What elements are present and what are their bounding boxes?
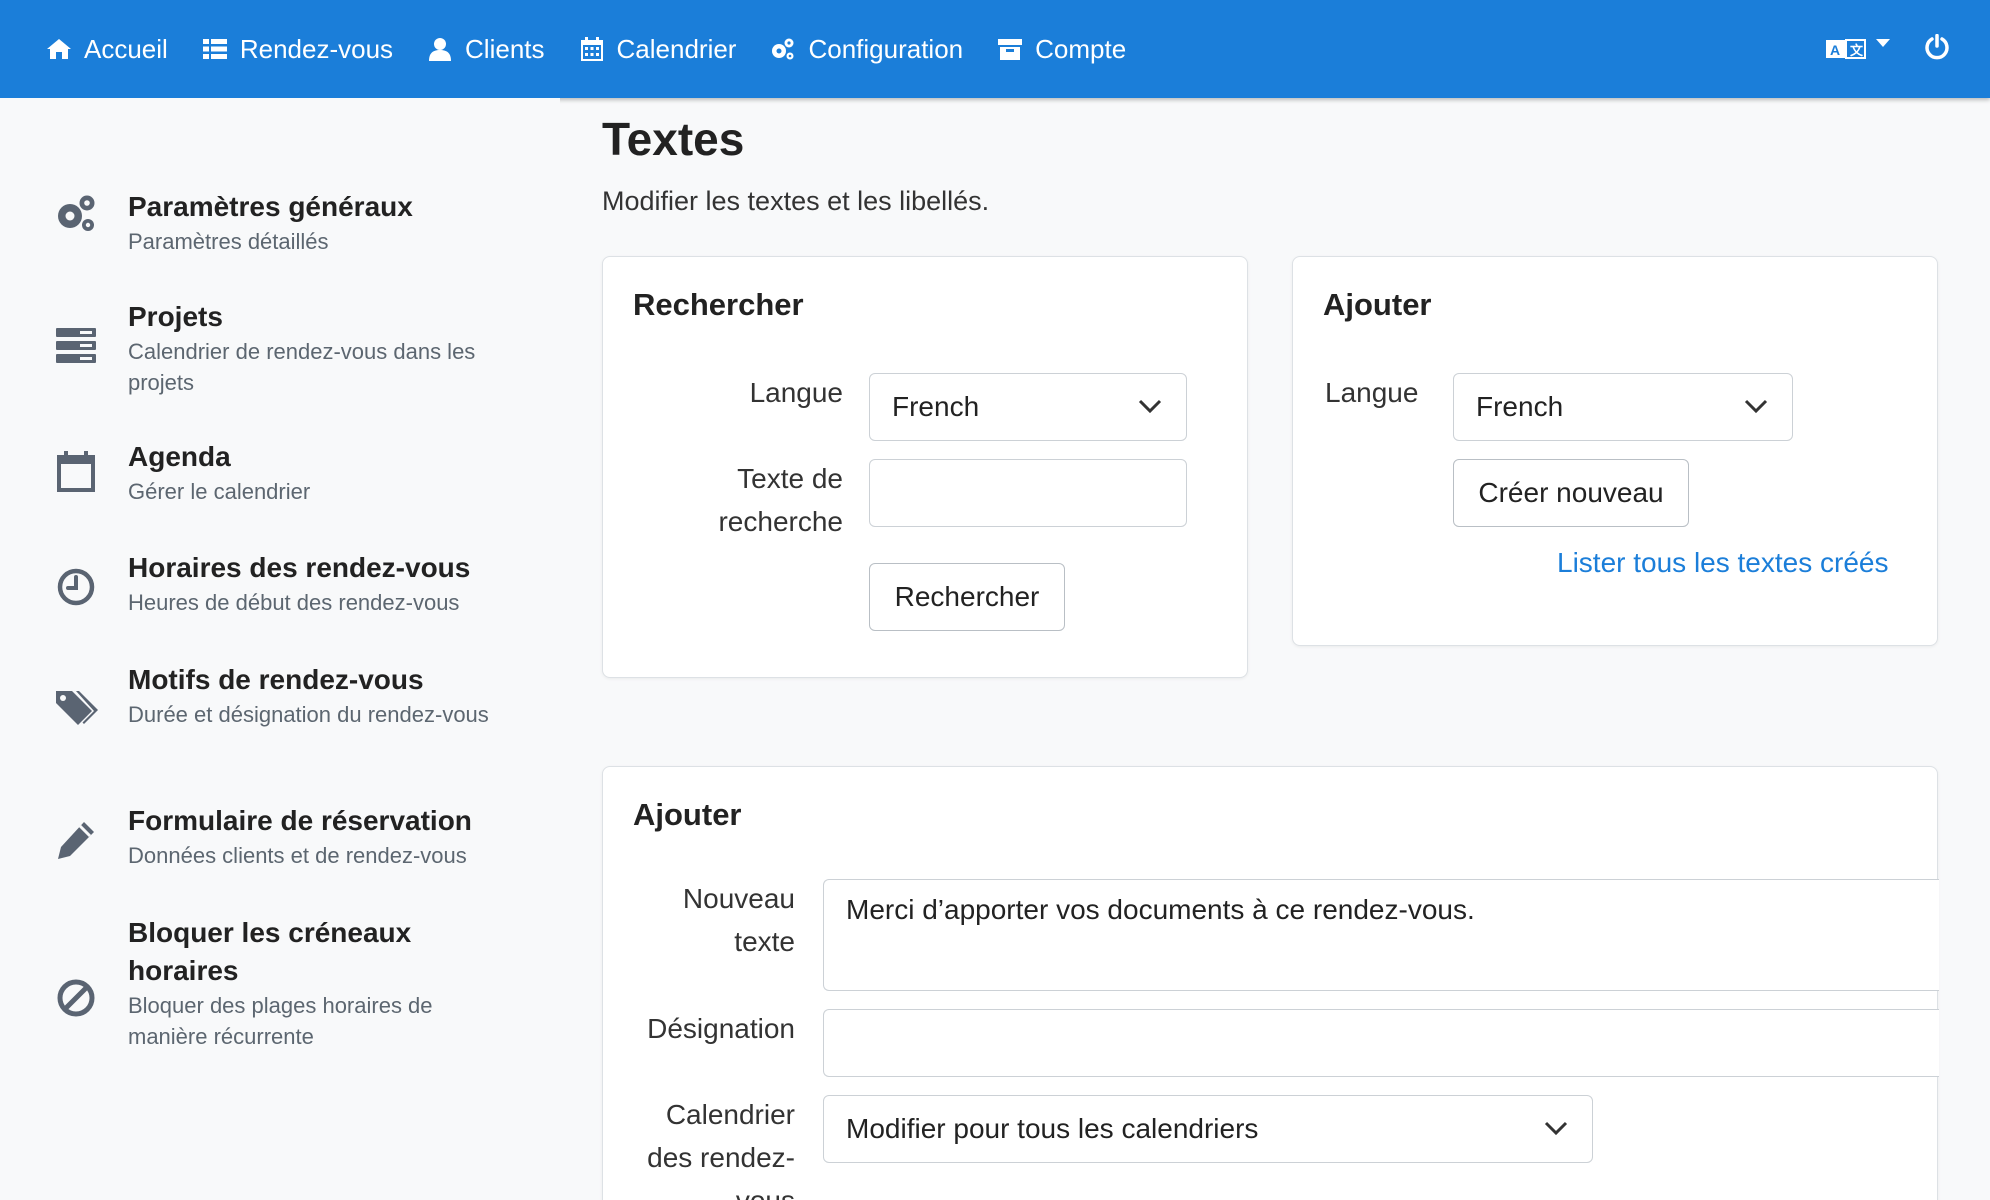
new-text-label: Nouveau texte	[682, 883, 795, 957]
sidebar-item-subtitle: Gérer le calendrier	[128, 479, 311, 504]
user-icon	[429, 38, 452, 61]
ban-icon	[57, 979, 95, 1017]
sidebar-item-subtitle: Données clients et de rendez-vous	[128, 843, 467, 868]
gears-icon	[58, 195, 95, 231]
sidebar-item-subtitle: Bloquer des plages horaires de manière r…	[128, 993, 433, 1049]
tags-icon	[56, 691, 98, 725]
add-language-label: Langue	[1325, 377, 1419, 408]
calendar-label: Calendrier des rendez-vous	[647, 1099, 795, 1200]
designation-input[interactable]	[823, 1009, 1939, 1077]
calendar-icon	[57, 451, 95, 492]
list-icon	[202, 39, 227, 59]
pencil-icon	[58, 822, 94, 859]
nav-compte-label: Compte	[1035, 33, 1127, 64]
nav-configuration-label: Configuration	[808, 33, 964, 64]
create-new-button[interactable]: Créer nouveau	[1453, 459, 1689, 527]
sidebar-item-title: Bloquer les créneaux horaires	[128, 917, 412, 986]
page-subtitle: Modifier les textes et les libellés.	[602, 186, 990, 216]
nav-rendez-vous-label: Rendez-vous	[239, 33, 394, 64]
new-text-card-title: Ajouter	[633, 797, 742, 832]
sidebar-item-subtitle: Calendrier de rendez-vous dans les proje…	[128, 339, 476, 395]
search-text-label: Texte de recherche	[718, 463, 843, 537]
gears-icon	[772, 38, 794, 60]
top-navbar: Accueil Rendez-vous Clients Calendrier C…	[0, 0, 1990, 98]
home-icon	[47, 39, 71, 59]
nav-clients-label: Clients	[465, 33, 545, 64]
power-icon	[1925, 33, 1949, 59]
sidebar-item-subtitle: Durée et désignation du rendez-vous	[128, 702, 489, 727]
new-text-textarea[interactable]: Merci d’apporter vos documents à ce rend…	[823, 879, 1939, 991]
add-language-select[interactable]: French	[1453, 373, 1793, 441]
sidebar-item-title: Paramètres généraux	[128, 191, 413, 222]
search-card-title: Rechercher	[633, 287, 804, 322]
chevron-down-icon	[1544, 1121, 1568, 1136]
search-button[interactable]: Rechercher	[869, 563, 1065, 631]
sidebar-item-title: Horaires des rendez-vous	[128, 552, 471, 583]
nav-clients[interactable]: Clients	[427, 33, 545, 65]
nav-configuration[interactable]: Configuration	[770, 34, 963, 65]
add-language-value: French	[1476, 391, 1564, 422]
add-card-title: Ajouter	[1323, 287, 1432, 322]
search-language-select[interactable]: French	[869, 373, 1187, 441]
calendar-select-value: Modifier pour tous les calendriers	[846, 1113, 1259, 1144]
sidebar-item-title: Projets	[128, 301, 223, 332]
nav-rendez-vous[interactable]: Rendez-vous	[202, 34, 393, 65]
sidebar-item-subtitle: Heures de début des rendez-vous	[128, 590, 460, 615]
calendar-icon	[580, 37, 603, 61]
search-language-value: French	[892, 391, 980, 422]
sidebar-item-title: Agenda	[128, 441, 231, 472]
nav-calendrier-label: Calendrier	[616, 33, 737, 64]
nav-accueil-label: Accueil	[84, 33, 168, 64]
sidebar-item-title: Formulaire de réservation	[128, 805, 472, 836]
chevron-down-icon	[1138, 399, 1162, 414]
svg-text:文: 文	[1850, 43, 1864, 58]
nav-compte[interactable]: Compte	[997, 34, 1126, 65]
sidebar-item-title: Motifs de rendez-vous	[128, 664, 424, 695]
sidebar-item-subtitle: Paramètres détaillés	[128, 229, 329, 254]
list-all-texts-link[interactable]: Lister tous les textes créés	[1557, 547, 1888, 579]
search-text-input[interactable]	[869, 459, 1187, 527]
search-language-label: Langue	[749, 377, 843, 408]
page-title: Textes	[602, 113, 745, 165]
chevron-down-icon	[1744, 399, 1768, 414]
search-card: Rechercher Langue French Texte de recher…	[602, 256, 1248, 678]
settings-sidebar: Paramètres généraux Paramètres détaillés…	[0, 98, 560, 1200]
designation-label: Désignation	[647, 1013, 795, 1044]
archive-icon	[998, 39, 1023, 60]
language-dropdown[interactable]: A 文	[1826, 37, 1890, 61]
add-card: Ajouter Langue French Créer nouveau List…	[1292, 256, 1938, 646]
nav-accueil[interactable]: Accueil	[46, 34, 168, 65]
calendar-select[interactable]: Modifier pour tous les calendriers	[823, 1095, 1593, 1163]
main-content: Textes Modifier les textes et les libell…	[600, 98, 1990, 1200]
svg-text:A: A	[1830, 42, 1840, 58]
translate-icon: A 文	[1826, 39, 1866, 59]
server-icon	[56, 328, 96, 363]
new-text-card: Ajouter Nouveau texte Merci d’apporter v…	[602, 766, 1939, 1200]
nav-calendrier[interactable]: Calendrier	[579, 33, 737, 65]
chevron-down-icon	[1876, 39, 1890, 47]
logout-button[interactable]	[1924, 33, 1950, 65]
clock-icon	[57, 568, 95, 606]
